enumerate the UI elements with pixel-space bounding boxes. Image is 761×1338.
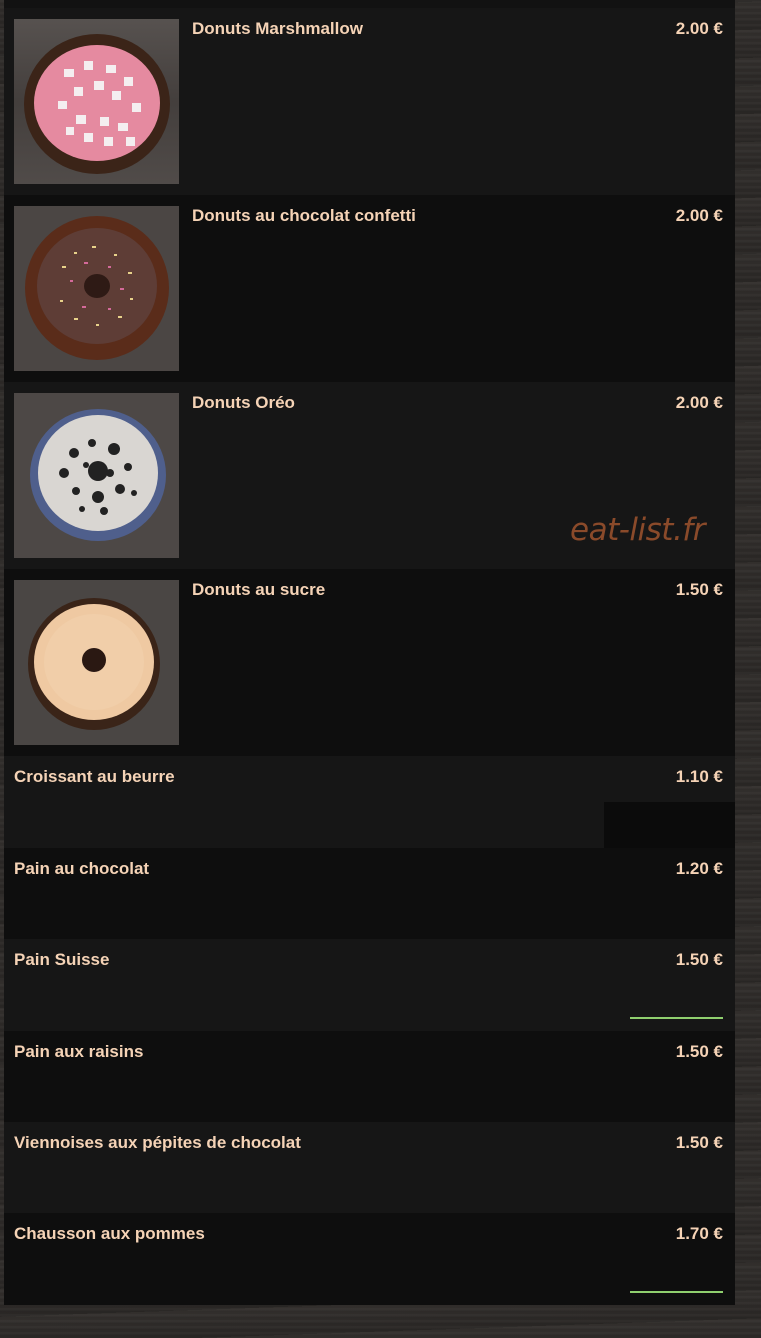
item-name: Donuts Oréo — [192, 393, 295, 412]
item-price: 1.10 € — [675, 767, 723, 786]
item-price: 2.00 € — [675, 19, 723, 38]
menu-item[interactable]: Donuts Marshmallow 2.00 € — [4, 8, 735, 195]
item-price: 2.00 € — [675, 393, 723, 412]
item-name: Donuts Marshmallow — [192, 19, 363, 38]
item-price: 2.00 € — [675, 206, 723, 225]
item-price: 1.50 € — [675, 950, 723, 969]
item-name: Pain Suisse — [14, 950, 110, 969]
item-name: Pain au chocolat — [14, 859, 150, 878]
sugar-donut-image — [14, 580, 179, 745]
item-name: Donuts au chocolat confetti — [192, 206, 416, 225]
row-gap — [604, 802, 735, 848]
item-price: 1.50 € — [675, 580, 723, 599]
menu-item[interactable]: Pain Suisse 1.50 € — [4, 939, 735, 1031]
menu-item[interactable]: Pain au chocolat 1.20 € — [4, 848, 735, 939]
menu-item[interactable]: Donuts au sucre 1.50 € — [4, 569, 735, 756]
accent-divider — [630, 1291, 723, 1293]
item-name: Viennoises aux pépites de chocolat — [14, 1133, 301, 1152]
item-price: 1.20 € — [675, 859, 723, 878]
item-price: 1.50 € — [675, 1133, 723, 1152]
menu-item[interactable]: Viennoises aux pépites de chocolat 1.50 … — [4, 1122, 735, 1213]
item-name: Donuts au sucre — [192, 580, 326, 599]
accent-divider — [630, 1017, 723, 1019]
watermark: eat-list.fr — [570, 512, 705, 548]
item-price: 1.50 € — [675, 1042, 723, 1061]
menu-item[interactable]: Chausson aux pommes 1.70 € — [4, 1213, 735, 1305]
item-name: Chausson aux pommes — [14, 1224, 205, 1243]
chocolate-confetti-donut-image — [14, 206, 179, 371]
pink-marshmallow-donut-image — [14, 19, 179, 184]
item-name: Pain aux raisins — [14, 1042, 144, 1061]
item-price: 1.70 € — [675, 1224, 723, 1243]
menu-item[interactable]: Donuts au chocolat confetti 2.00 € — [4, 195, 735, 382]
menu-item[interactable]: Pain aux raisins 1.50 € — [4, 1031, 735, 1122]
oreo-donut-image — [14, 393, 179, 558]
item-name: Croissant au beurre — [14, 767, 175, 786]
